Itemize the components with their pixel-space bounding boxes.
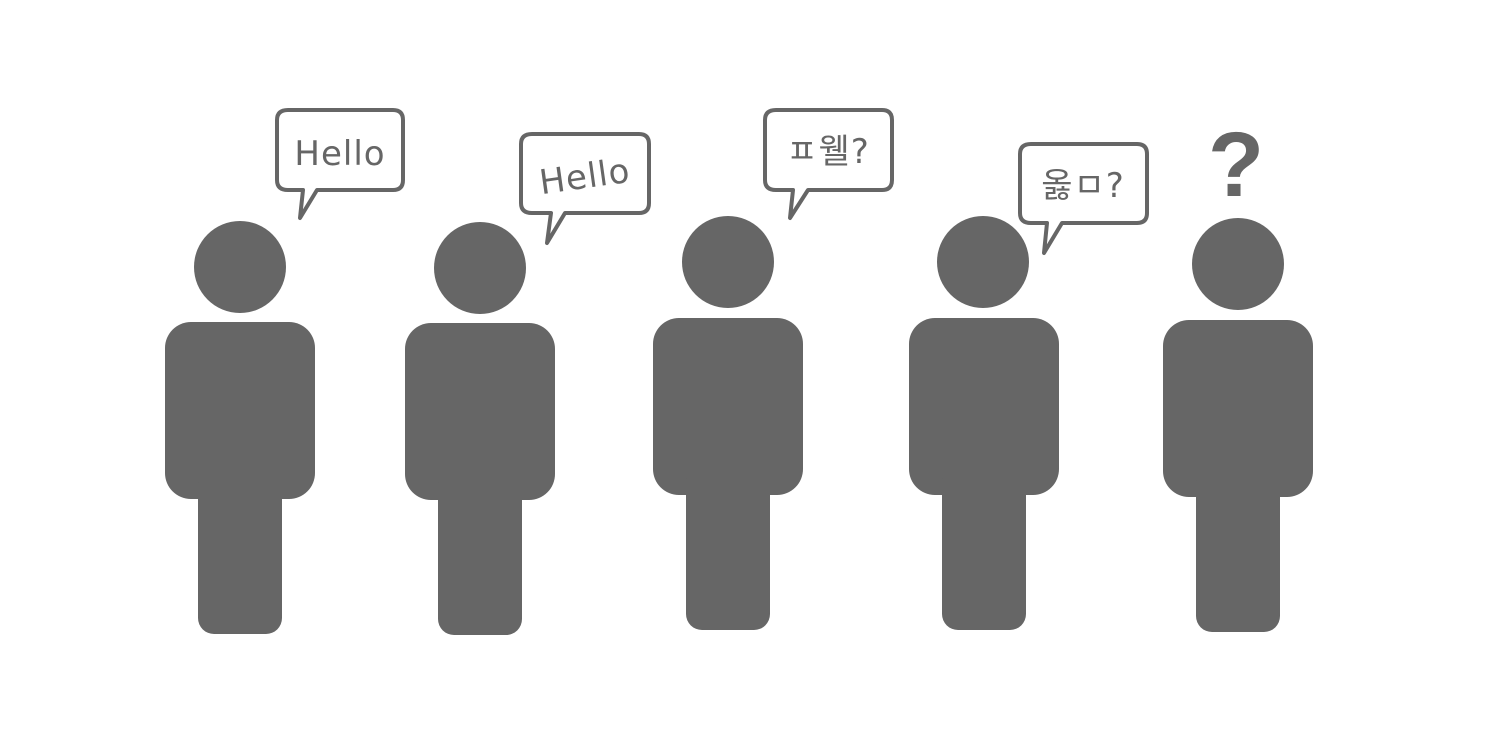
question-mark-icon: ?	[1208, 114, 1264, 216]
person-5-legs	[1196, 468, 1280, 632]
speech-bubble-2: Hello	[519, 132, 651, 245]
person-1: Hello	[165, 108, 405, 634]
person-2-head	[434, 222, 526, 314]
person-1-head	[194, 221, 286, 313]
person-1-legs	[198, 470, 282, 634]
person-5-head	[1192, 218, 1284, 310]
person-3-legs	[686, 466, 770, 630]
person-4-legs	[942, 466, 1026, 630]
miscommunication-illustration: Hello Hello ㅍ웰? 옳ㅁ? ?	[165, 108, 1313, 635]
speech-text-1: Hello	[294, 134, 385, 174]
person-3: ㅍ웰?	[653, 108, 894, 630]
person-2: Hello	[405, 132, 651, 635]
speech-bubble-4: 옳ㅁ?	[1018, 142, 1149, 255]
person-4-head	[937, 216, 1029, 308]
speech-text-3: ㅍ웰?	[786, 132, 870, 172]
person-5: ?	[1163, 114, 1313, 632]
speech-text-4: 옳ㅁ?	[1041, 166, 1125, 206]
speech-bubble-1: Hello	[275, 108, 405, 220]
person-4: 옳ㅁ?	[909, 142, 1149, 630]
person-3-head	[682, 216, 774, 308]
speech-bubble-3: ㅍ웰?	[763, 108, 894, 220]
person-2-legs	[438, 470, 522, 635]
